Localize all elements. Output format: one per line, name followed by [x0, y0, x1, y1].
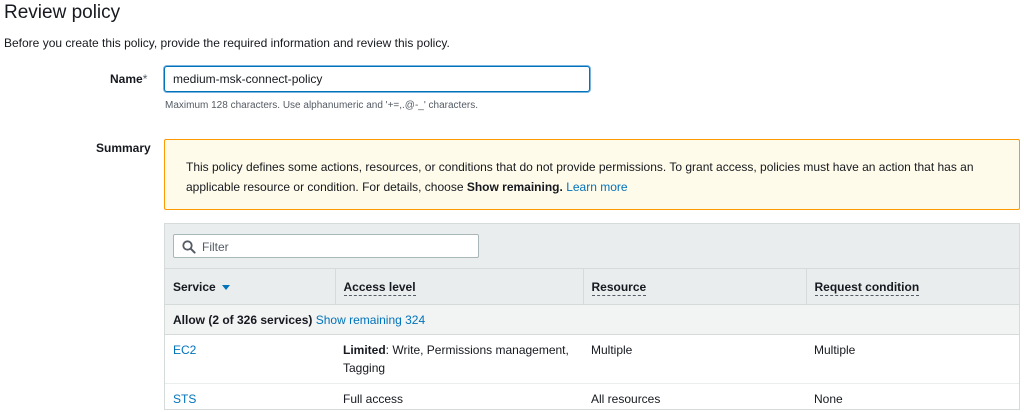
summary-label: Summary: [96, 141, 151, 155]
sort-desc-icon[interactable]: [221, 284, 230, 290]
service-link[interactable]: STS: [173, 392, 196, 406]
column-header-service[interactable]: Service: [165, 268, 335, 305]
show-remaining-link[interactable]: Show remaining 324: [316, 313, 425, 327]
page-title: Review policy: [4, 2, 121, 23]
filter-box[interactable]: [173, 234, 479, 258]
name-label: Name*: [110, 72, 148, 86]
filter-input[interactable]: [200, 237, 474, 257]
policy-name-input[interactable]: [164, 66, 590, 92]
access-level-cell: Full access: [335, 383, 583, 409]
required-marker: *: [142, 72, 148, 86]
condition-cell: Multiple: [806, 334, 1019, 384]
table-row: EC2 Limited: Write, Permissions manageme…: [165, 334, 1019, 384]
group-label: Allow (2 of 326 services): [173, 312, 313, 327]
services-table: Service Access level Resource Request co…: [164, 223, 1020, 410]
warning-box: This policy defines some actions, resour…: [164, 139, 1020, 210]
summary-table: Service Access level Resource Request co…: [165, 268, 1019, 409]
filter-bar: [165, 224, 1019, 268]
group-row: Allow (2 of 326 services) Show remaining…: [165, 304, 1019, 335]
warning-bold-text: Show remaining.: [466, 180, 563, 194]
name-hint: Maximum 128 characters. Use alphanumeric…: [165, 100, 478, 111]
service-link[interactable]: EC2: [173, 343, 196, 357]
search-icon: [182, 240, 196, 254]
resource-cell: Multiple: [583, 334, 806, 384]
access-level-cell: Limited: Write, Permissions management, …: [335, 334, 583, 384]
table-row: STS Full access All resources None: [165, 383, 1019, 409]
page-description: Before you create this policy, provide t…: [4, 36, 450, 50]
learn-more-link[interactable]: Learn more: [566, 180, 627, 194]
column-header-access-level[interactable]: Access level: [334, 268, 583, 305]
column-header-request-condition[interactable]: Request condition: [805, 268, 1019, 305]
table-header-row: Service Access level Resource Request co…: [165, 268, 1019, 305]
resource-cell: All resources: [583, 383, 806, 409]
condition-cell: None: [806, 383, 1019, 409]
column-header-resource[interactable]: Resource: [582, 268, 806, 305]
